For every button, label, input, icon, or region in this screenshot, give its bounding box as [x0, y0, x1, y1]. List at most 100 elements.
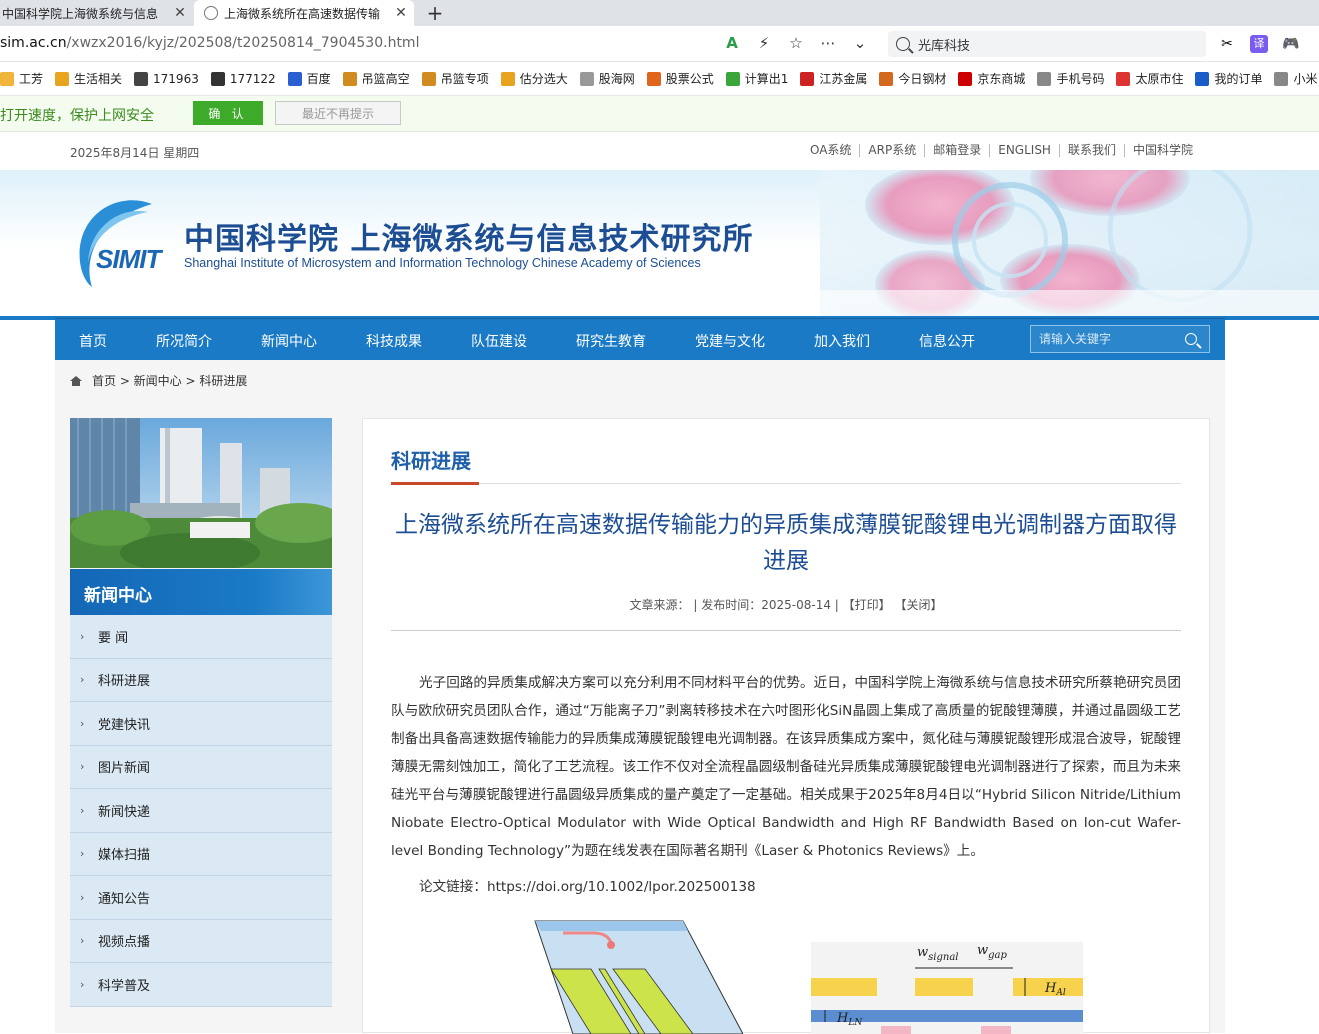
chevron-right-icon: ›	[80, 760, 85, 774]
read-aloud-icon[interactable]: A	[722, 34, 742, 52]
new-tab-button[interactable]: +	[424, 0, 446, 26]
address-bar: sim.ac.cn/xwzx2016/kyjz/202508/t20250814…	[0, 26, 1319, 62]
bookmark-item[interactable]: 吊篮专项	[421, 70, 489, 87]
nav-team[interactable]: 队伍建设	[471, 331, 527, 351]
dont-remind-button[interactable]: 最近不再提示	[275, 101, 401, 125]
sidebar-item-photo-news[interactable]: › 图片新闻	[70, 745, 332, 789]
site-name-en: Shanghai Institute of Microsystem and In…	[184, 256, 701, 270]
bookmark-label: 今日钢材	[898, 72, 947, 86]
bookmark-label: 小米	[1293, 72, 1318, 86]
nav-home[interactable]: 首页	[79, 331, 107, 351]
bookmark-item[interactable]: 股海网	[579, 70, 635, 87]
bookmark-icon	[725, 71, 740, 86]
scissors-icon[interactable]: ✂	[1218, 35, 1236, 53]
bookmark-label: 百度	[306, 72, 331, 86]
main-nav: 首页 所况简介 新闻中心 科技成果 队伍建设 研究生教育 党建与文化 加入我们 …	[55, 318, 1225, 360]
lightning-icon[interactable]: ⚡	[754, 34, 774, 52]
sidebar-item-news-express[interactable]: › 新闻快递	[70, 789, 332, 833]
chevron-down-icon[interactable]: ⌄	[850, 34, 870, 52]
nav-about[interactable]: 所况简介	[156, 331, 212, 351]
top-link-arp[interactable]: ARP系统	[859, 144, 924, 157]
tab-article[interactable]: 上海微系统所在高速数据传输 ✕	[194, 0, 414, 26]
bookmark-item[interactable]: 京东商城	[958, 70, 1025, 87]
bookmark-icon	[800, 71, 815, 86]
bookmark-item[interactable]: 生活相关	[55, 70, 122, 87]
sidebar-item-headlines[interactable]: › 要 闻	[70, 615, 332, 659]
sidebar-item-video[interactable]: › 视频点播	[70, 919, 332, 963]
bookmark-icon	[421, 71, 436, 86]
bookmark-item[interactable]: 吊篮高空	[342, 70, 410, 87]
nav-info-disclosure[interactable]: 信息公开	[919, 331, 975, 351]
label-h-ln-sub: LN	[847, 1018, 863, 1028]
sidebar-item-party-news[interactable]: › 党建快讯	[70, 702, 332, 746]
bookmark-label: 股海网	[598, 72, 635, 86]
paper-link[interactable]: 论文链接：https://doi.org/10.1002/lpor.202500…	[419, 875, 756, 895]
bookmark-label: 手机号码	[1056, 72, 1105, 86]
bookmark-item[interactable]: 手机号码	[1037, 70, 1104, 87]
bookmark-label: 177122	[229, 71, 276, 86]
sidebar-item-science[interactable]: › 科学普及	[70, 963, 332, 1007]
close-icon[interactable]: ✕	[394, 5, 408, 21]
label-w-gap: w	[977, 943, 988, 958]
chevron-right-icon: ›	[80, 629, 85, 643]
breadcrumb: 首页 > 新闻中心 > 科研进展	[70, 372, 247, 389]
bookmark-item[interactable]: 百度	[287, 70, 331, 87]
top-link-cas[interactable]: 中国科学院	[1123, 144, 1201, 157]
bookmark-item[interactable]: 估分选大	[500, 70, 568, 87]
tab-title: 上海微系统所在高速数据传输	[224, 6, 381, 21]
sidebar-item-notices[interactable]: › 通知公告	[70, 876, 332, 920]
confirm-button[interactable]: 确 认	[193, 101, 263, 125]
article-body: 光子回路的异质集成解决方案可以充分利用不同材料平台的优势。近日，中国科学院上海微…	[391, 675, 1181, 859]
chevron-right-icon: ›	[80, 716, 85, 730]
site-search-input[interactable]	[1031, 326, 1171, 352]
bookmark-label: 吊篮专项	[440, 72, 489, 86]
translate-icon[interactable]: 译	[1250, 35, 1268, 53]
chevron-right-icon: ›	[80, 977, 85, 991]
section-divider	[391, 483, 1181, 484]
chevron-right-icon: ›	[80, 847, 85, 861]
breadcrumb-text[interactable]: 首页 > 新闻中心 > 科研进展	[92, 372, 247, 389]
top-link-oa[interactable]: OA系统	[802, 144, 859, 157]
tab-simit-home[interactable]: 中国科学院上海微系统与信息 ✕	[0, 0, 193, 26]
sidebar-item-label: 视频点播	[98, 935, 151, 951]
game-icon[interactable]: 🎮	[1282, 35, 1300, 53]
bookmark-item[interactable]: 小米	[1274, 70, 1318, 87]
top-link-contact[interactable]: 联系我们	[1058, 144, 1124, 157]
chevron-right-icon: ›	[80, 934, 85, 948]
bookmark-item[interactable]: 171963	[134, 71, 199, 86]
nav-join-us[interactable]: 加入我们	[814, 331, 870, 351]
bookmark-item[interactable]: 计算出1	[725, 70, 788, 87]
bookmark-item[interactable]: 我的订单	[1195, 70, 1262, 87]
nav-graduate[interactable]: 研究生教育	[576, 331, 646, 351]
nav-party-culture[interactable]: 党建与文化	[695, 331, 765, 351]
bookmark-item[interactable]: 177122	[210, 71, 276, 86]
nav-achievements[interactable]: 科技成果	[366, 331, 422, 351]
bookmark-item[interactable]: 股票公式	[646, 70, 714, 87]
search-icon[interactable]	[1185, 333, 1197, 345]
simit-logo-swoosh	[79, 200, 152, 287]
banner-decoration-image	[820, 170, 1319, 316]
star-icon[interactable]: ☆	[786, 34, 806, 52]
bookmark-label: 生活相关	[74, 72, 123, 86]
sidebar-item-label: 党建快讯	[98, 717, 151, 733]
bookmark-item[interactable]: 工芳	[0, 70, 43, 87]
nav-news[interactable]: 新闻中心	[261, 331, 317, 351]
bookmark-item[interactable]: 今日钢材	[879, 70, 946, 87]
sidebar-item-media[interactable]: › 媒体扫描	[70, 832, 332, 876]
bookmark-label: 吊篮高空	[361, 72, 410, 86]
chevron-right-icon: ›	[80, 890, 85, 904]
bookmark-label: 太原市住	[1135, 72, 1184, 86]
notice-text: 打开速度，保护上网安全	[0, 108, 154, 124]
bookmark-item[interactable]: 江苏金属	[800, 70, 867, 87]
close-icon[interactable]: ✕	[173, 5, 187, 21]
sidebar-item-research[interactable]: › 科研进展	[70, 658, 332, 702]
more-icon[interactable]: ⋯	[818, 34, 838, 52]
bookmark-icon	[287, 71, 302, 86]
top-link-mail[interactable]: 邮箱登录	[924, 144, 989, 157]
url-field[interactable]: sim.ac.cn/xwzx2016/kyjz/202508/t20250814…	[0, 35, 419, 51]
browser-search-box[interactable]: 光库科技	[888, 31, 1206, 57]
bookmark-label: 工芳	[19, 72, 44, 86]
site-name-cn: 中国科学院 上海微系统与信息技术研究所	[184, 222, 754, 257]
top-link-english[interactable]: ENGLISH	[989, 144, 1059, 157]
bookmark-item[interactable]: 太原市住	[1116, 70, 1183, 87]
